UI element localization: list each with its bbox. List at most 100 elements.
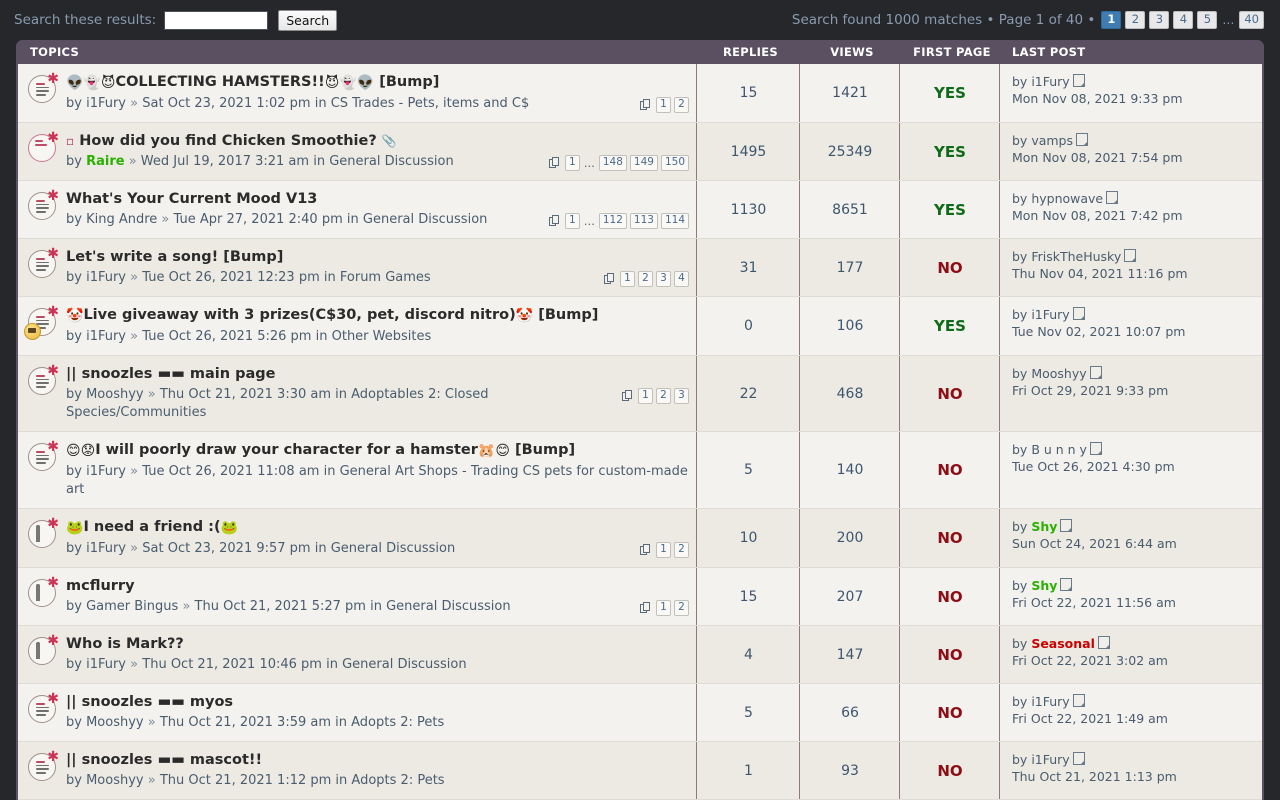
last-post-author[interactable]: B u n n y xyxy=(1031,442,1087,457)
mini-page-link[interactable]: 1 xyxy=(656,600,671,616)
mini-page-link[interactable]: 1 xyxy=(656,97,671,113)
table-row[interactable]: ✱Let's write a song! [Bump]by i1Fury » T… xyxy=(18,239,1262,297)
goto-last-post-icon[interactable] xyxy=(1060,578,1072,591)
topic-forum[interactable]: Other Websites xyxy=(332,329,432,344)
mini-page-link[interactable]: 1 xyxy=(565,155,580,171)
topic-forum[interactable]: CS Trades - Pets, items and C$ xyxy=(331,96,530,111)
mini-page-link[interactable]: 1 xyxy=(565,213,580,229)
last-post-author[interactable]: i1Fury xyxy=(1031,74,1069,89)
last-post-author[interactable]: Seasonal xyxy=(1031,636,1095,651)
goto-last-post-icon[interactable] xyxy=(1073,694,1085,707)
topic-author[interactable]: King Andre xyxy=(86,212,157,227)
last-post-author[interactable]: vamps xyxy=(1031,133,1073,148)
mini-page-link[interactable]: 2 xyxy=(638,271,653,287)
topic-forum[interactable]: General Discussion xyxy=(386,599,511,614)
topic-title-link[interactable]: I need a friend :( xyxy=(83,519,220,535)
mini-page-link[interactable]: 113 xyxy=(630,213,658,229)
page-link-4[interactable]: 4 xyxy=(1173,11,1193,29)
topic-author[interactable]: i1Fury xyxy=(86,96,126,111)
last-post-author[interactable]: i1Fury xyxy=(1031,752,1069,767)
mini-page-link[interactable]: 4 xyxy=(674,271,689,287)
page-link-5[interactable]: 5 xyxy=(1197,11,1217,29)
topic-forum[interactable]: General Discussion xyxy=(342,657,467,672)
goto-last-post-icon[interactable] xyxy=(1073,752,1085,765)
topic-title-link[interactable]: How did you find Chicken Smoothie? xyxy=(79,133,377,149)
mini-page-link[interactable]: 2 xyxy=(674,97,689,113)
table-row[interactable]: ✱😊😟I will poorly draw your character for… xyxy=(18,432,1262,509)
topic-forum[interactable]: General Discussion xyxy=(329,154,454,169)
topic-title[interactable]: 🐸I need a friend :(🐸 xyxy=(66,518,691,538)
table-row[interactable]: ✱|| snoozles ▬▬ main pageby Mooshyy » Th… xyxy=(18,356,1262,432)
topic-author[interactable]: i1Fury xyxy=(86,329,126,344)
search-button[interactable]: Search xyxy=(278,10,337,31)
topic-title[interactable]: || snoozles ▬▬ main page xyxy=(66,365,691,384)
mini-page-link[interactable]: 1 xyxy=(656,542,671,558)
topic-author[interactable]: i1Fury xyxy=(86,464,126,479)
topic-title-link[interactable]: || snoozles ▬▬ myos xyxy=(66,694,233,710)
topic-title[interactable]: Let's write a song! [Bump] xyxy=(66,248,691,267)
goto-last-post-icon[interactable] xyxy=(1106,191,1118,204)
mini-page-link[interactable]: 2 xyxy=(674,600,689,616)
topic-title[interactable]: ▫ How did you find Chicken Smoothie? 📎 xyxy=(66,132,691,151)
topic-title-link[interactable]: I will poorly draw your character for a … xyxy=(95,442,478,458)
topic-title[interactable]: What's Your Current Mood V13 xyxy=(66,190,691,209)
page-link-3[interactable]: 3 xyxy=(1149,11,1169,29)
topic-author[interactable]: Mooshyy xyxy=(86,387,144,402)
topic-author[interactable]: Gamer Bingus xyxy=(86,599,178,614)
topic-forum[interactable]: Adopts 2: Pets xyxy=(351,715,444,730)
topic-author[interactable]: Mooshyy xyxy=(86,773,144,788)
topic-title[interactable]: 😊😟I will poorly draw your character for … xyxy=(66,441,691,461)
page-link-last[interactable]: 40 xyxy=(1239,11,1264,29)
goto-last-post-icon[interactable] xyxy=(1090,442,1102,455)
topic-title-link[interactable]: COLLECTING HAMSTERS!! xyxy=(115,74,324,90)
topic-title-link[interactable]: mcflurry xyxy=(66,578,135,594)
table-row[interactable]: ✱|| snoozles ▬▬ mascot!!by Mooshyy » Thu… xyxy=(18,742,1262,800)
page-link-2[interactable]: 2 xyxy=(1125,11,1145,29)
goto-last-post-icon[interactable] xyxy=(1060,519,1072,532)
table-row[interactable]: ✱What's Your Current Mood V13by King And… xyxy=(18,181,1262,239)
topic-title[interactable]: mcflurry xyxy=(66,577,691,596)
last-post-author[interactable]: hypnowave xyxy=(1031,191,1103,206)
last-post-author[interactable]: FriskTheHusky xyxy=(1031,249,1121,264)
topic-author[interactable]: Raire xyxy=(86,154,124,169)
topic-author[interactable]: Mooshyy xyxy=(86,715,144,730)
mini-page-link[interactable]: 3 xyxy=(674,388,689,404)
topic-title-link[interactable]: || snoozles ▬▬ mascot!! xyxy=(66,752,262,768)
search-input[interactable] xyxy=(164,11,268,30)
topic-title-link[interactable]: Let's write a song! xyxy=(66,249,218,265)
page-link-1[interactable]: 1 xyxy=(1101,11,1121,29)
goto-last-post-icon[interactable] xyxy=(1076,133,1088,146)
topic-title-link[interactable]: What's Your Current Mood V13 xyxy=(66,191,317,207)
mini-page-link[interactable]: 112 xyxy=(599,213,627,229)
last-post-author[interactable]: Shy xyxy=(1031,578,1057,593)
mini-page-link[interactable]: 149 xyxy=(630,155,658,171)
goto-last-post-icon[interactable] xyxy=(1073,74,1085,87)
topic-title[interactable]: 👽👻😈COLLECTING HAMSTERS!!😈👻👽 [Bump] xyxy=(66,73,691,93)
table-row[interactable]: ✱|| snoozles ▬▬ myosby Mooshyy » Thu Oct… xyxy=(18,684,1262,742)
topic-forum[interactable]: Adopts 2: Pets xyxy=(351,773,444,788)
mini-page-link[interactable]: 114 xyxy=(661,213,689,229)
topic-author[interactable]: i1Fury xyxy=(86,270,126,285)
topic-title[interactable]: 🤡Live giveaway with 3 prizes(C$30, pet, … xyxy=(66,306,691,326)
topic-title[interactable]: || snoozles ▬▬ mascot!! xyxy=(66,751,691,770)
table-row[interactable]: ✱🐸I need a friend :(🐸by i1Fury » Sat Oct… xyxy=(18,509,1262,568)
goto-last-post-icon[interactable] xyxy=(1073,307,1085,320)
topic-author[interactable]: i1Fury xyxy=(86,657,126,672)
mini-page-link[interactable]: 2 xyxy=(656,388,671,404)
topic-title-link[interactable]: Live giveaway with 3 prizes(C$30, pet, d… xyxy=(83,307,515,323)
mini-page-link[interactable]: 148 xyxy=(599,155,627,171)
goto-last-post-icon[interactable] xyxy=(1090,366,1102,379)
mini-page-link[interactable]: 1 xyxy=(638,388,653,404)
table-row[interactable]: ✱▫ How did you find Chicken Smoothie? 📎b… xyxy=(18,123,1262,181)
topic-forum[interactable]: General Discussion xyxy=(331,541,456,556)
goto-last-post-icon[interactable] xyxy=(1124,249,1136,262)
topic-author[interactable]: i1Fury xyxy=(86,541,126,556)
mini-page-link[interactable]: 3 xyxy=(656,271,671,287)
mini-page-link[interactable]: 150 xyxy=(661,155,689,171)
last-post-author[interactable]: Mooshyy xyxy=(1031,366,1086,381)
last-post-author[interactable]: Shy xyxy=(1031,519,1057,534)
topic-title[interactable]: Who is Mark?? xyxy=(66,635,691,654)
goto-last-post-icon[interactable] xyxy=(1098,636,1110,649)
topic-title[interactable]: || snoozles ▬▬ myos xyxy=(66,693,691,712)
topic-forum[interactable]: General Discussion xyxy=(363,212,488,227)
